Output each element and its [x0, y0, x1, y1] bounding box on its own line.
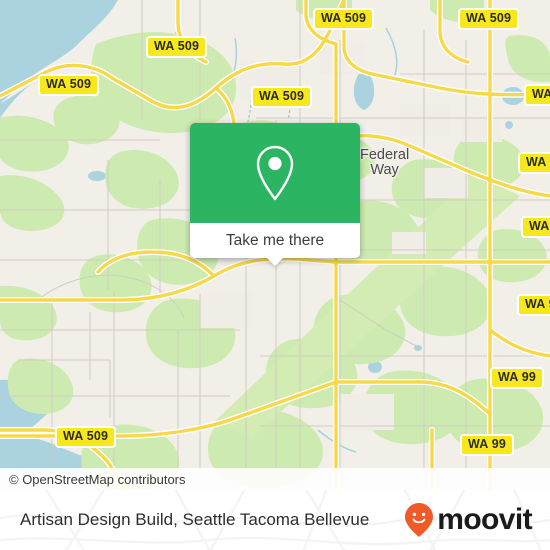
highway-shield: WA 509 [146, 36, 208, 58]
moovit-wordmark: moovit [437, 503, 532, 536]
highway-shield: WA 99 [521, 216, 550, 238]
screenshot-root: WA 509 WA 509 WA 509 WA 509 WA 509 WA 99… [0, 0, 550, 550]
highway-shield: WA 99 [460, 434, 515, 456]
highway-shield: WA 99 [524, 84, 550, 106]
location-popup-card[interactable]: Take me there [190, 123, 360, 266]
highway-shield: WA 509 [38, 74, 100, 96]
highway-shield: WA 509 [458, 8, 520, 30]
attribution-text: © OpenStreetMap contributors [9, 471, 186, 487]
popup-header [190, 123, 360, 223]
highway-shield: WA 509 [55, 426, 117, 448]
popup-tail [266, 257, 284, 266]
popup-action[interactable]: Take me there [190, 223, 360, 266]
take-me-there-label: Take me there [225, 231, 325, 249]
map-attribution: © OpenStreetMap contributors [0, 468, 550, 490]
highway-shield: WA 99 [490, 367, 545, 389]
moovit-logo[interactable]: moovit [404, 490, 533, 550]
highway-shield: WA 509 [313, 8, 375, 30]
footer-bar: Artisan Design Build, Seattle Tacoma Bel… [0, 490, 550, 550]
highway-shield: WA 99 [518, 152, 550, 174]
highway-shield: WA 99 [517, 294, 550, 316]
map-pin-icon [256, 145, 294, 201]
moovit-smiley-pin-icon [405, 503, 434, 537]
place-name: Artisan Design Build, Seattle Tacoma Bel… [20, 510, 370, 529]
city-label-federal-way: Federal Way [360, 147, 410, 178]
highway-shield: WA 509 [251, 86, 313, 108]
